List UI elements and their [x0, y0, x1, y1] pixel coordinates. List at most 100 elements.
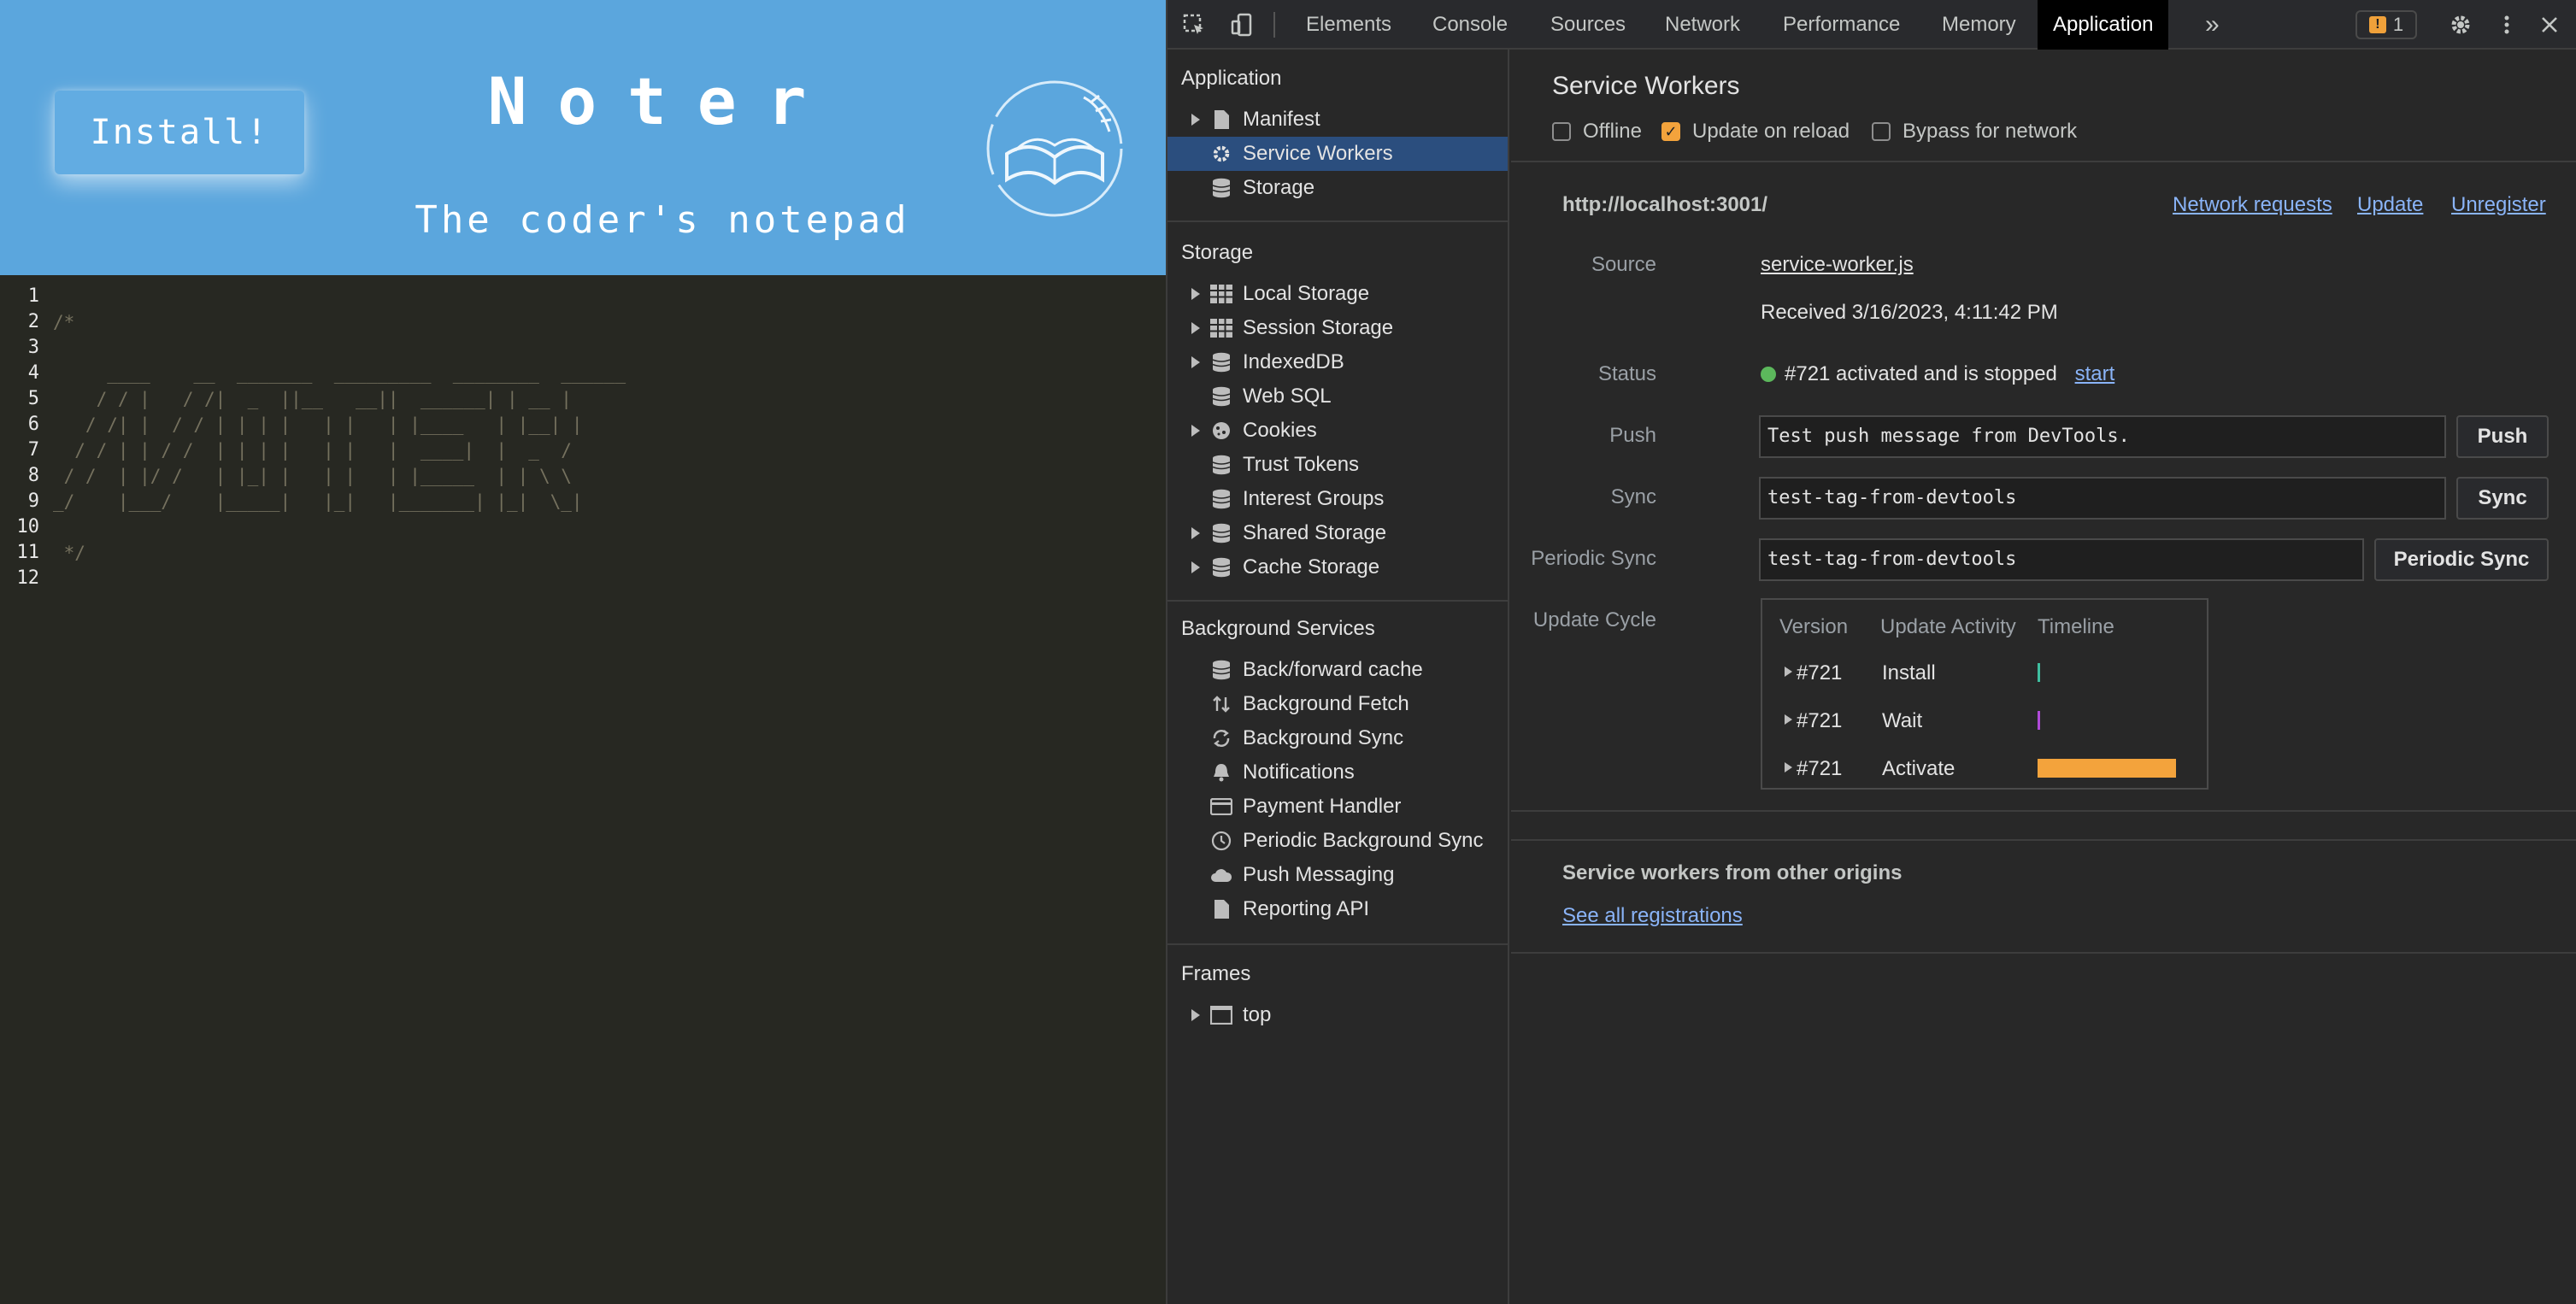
sidebar-item-label: Notifications	[1243, 761, 1355, 784]
expand-arrow-icon[interactable]	[1191, 288, 1200, 300]
swap-icon	[1210, 693, 1232, 715]
line-number: 9	[27, 490, 39, 512]
app-header: Install! Noter The coder's notepad	[0, 0, 1166, 275]
sidebar-item-label: Background Sync	[1243, 726, 1404, 749]
sidebar-item-cache-storage[interactable]: Cache Storage	[1167, 550, 1508, 584]
sidebar-item-cookies[interactable]: Cookies	[1167, 414, 1508, 448]
periodic-sync-tag-input[interactable]: test-tag-from-devtools	[1759, 538, 2364, 581]
expand-arrow-icon[interactable]	[1191, 322, 1200, 334]
sidebar-item-reporting-api[interactable]: Reporting API	[1167, 892, 1508, 926]
sidebar-item-top[interactable]: top	[1167, 998, 1508, 1032]
close-devtools-icon[interactable]	[2535, 10, 2564, 39]
tab-network[interactable]: Network	[1650, 0, 1756, 50]
sync-tag-input[interactable]: test-tag-from-devtools	[1759, 477, 2446, 520]
status-label: Status	[1597, 362, 1656, 385]
sidebar-heading-frames: Frames	[1181, 962, 1251, 985]
code-line: _/ |___/ |_____| |_| |_______| |_| \_|	[53, 491, 583, 512]
sidebar-item-background-sync[interactable]: Background Sync	[1167, 721, 1508, 755]
sidebar-item-label: Push Messaging	[1243, 863, 1395, 886]
sidebar-item-service-workers[interactable]: Service Workers	[1167, 137, 1508, 171]
sidebar-item-periodic-background-sync[interactable]: Periodic Background Sync	[1167, 824, 1508, 858]
sidebar-item-background-fetch[interactable]: Background Fetch	[1167, 687, 1508, 721]
code-line: /*	[53, 312, 75, 332]
update-link[interactable]: Update	[2357, 193, 2423, 217]
expand-arrow-icon[interactable]	[1191, 114, 1200, 126]
expand-arrow-icon[interactable]	[1191, 561, 1200, 573]
cycle-row[interactable]: #721 Activate	[1762, 752, 2207, 786]
cycle-header-version: Version	[1779, 615, 1849, 638]
install-button[interactable]: Install!	[55, 91, 304, 174]
file-icon	[1210, 109, 1232, 131]
sidebar-item-payment-handler[interactable]: Payment Handler	[1167, 790, 1508, 824]
code-editor[interactable]: 1 2 3 4 5 6 7 8 9 10 11 12 /* ____ __ _______ _____…	[0, 275, 1166, 1304]
cycle-row[interactable]: #721 Install	[1762, 656, 2207, 690]
cycle-activity: Activate	[1882, 757, 1956, 780]
sidebar-item-trust-tokens[interactable]: Trust Tokens	[1167, 448, 1508, 482]
sync-button[interactable]: Sync	[2456, 477, 2549, 520]
expand-arrow-icon[interactable]	[1785, 714, 1792, 725]
toolbar-divider	[1273, 12, 1275, 38]
sidebar-item-storage[interactable]: Storage	[1167, 171, 1508, 205]
sidebar-item-shared-storage[interactable]: Shared Storage	[1167, 516, 1508, 550]
expand-arrow-icon[interactable]	[1191, 1009, 1200, 1021]
device-toolbar-icon[interactable]	[1227, 10, 1256, 39]
cycle-activity: Install	[1882, 661, 1936, 684]
sidebar-item-manifest[interactable]: Manifest	[1167, 103, 1508, 137]
sidebar-item-back-forward-cache[interactable]: Back/forward cache	[1167, 653, 1508, 687]
tab-application[interactable]: Application	[2038, 0, 2169, 50]
status-indicator-icon	[1761, 367, 1776, 382]
sidebar-item-web-sql[interactable]: Web SQL	[1167, 379, 1508, 414]
inspect-element-icon[interactable]	[1179, 10, 1209, 39]
settings-gear-icon[interactable]	[2446, 10, 2475, 39]
sync-icon	[1210, 727, 1232, 749]
sidebar-item-session-storage[interactable]: Session Storage	[1167, 311, 1508, 345]
database-icon	[1210, 556, 1232, 579]
sidebar-item-local-storage[interactable]: Local Storage	[1167, 277, 1508, 311]
update-on-reload-checkbox[interactable]: ✓	[1661, 122, 1680, 141]
line-number: 11	[16, 542, 40, 563]
more-tabs-icon[interactable]: »	[2190, 0, 2235, 50]
update-on-reload-checkbox-row[interactable]: ✓ Update on reload	[1661, 120, 1850, 144]
cloud-icon	[1210, 864, 1232, 886]
code-line: / / | |/ / | |_| | | | | |_____ | | \ \	[53, 466, 572, 486]
unregister-link[interactable]: Unregister	[2451, 193, 2546, 217]
code-content[interactable]: /* ____ __ _______ _________ ________ __…	[53, 284, 626, 591]
database-icon	[1210, 385, 1232, 408]
network-requests-link[interactable]: Network requests	[2173, 193, 2332, 217]
sidebar-item-label: Cookies	[1243, 419, 1317, 442]
offline-checkbox-row[interactable]: Offline	[1552, 120, 1642, 144]
sidebar-item-notifications[interactable]: Notifications	[1167, 755, 1508, 790]
expand-arrow-icon[interactable]	[1191, 527, 1200, 539]
bypass-network-checkbox-row[interactable]: Bypass for network	[1872, 120, 2077, 144]
tab-memory[interactable]: Memory	[1926, 0, 2032, 50]
application-sidebar: Application Manifest Service Workers Stora…	[1167, 50, 1509, 1304]
app-title: Noter	[487, 63, 838, 139]
line-number: 5	[27, 388, 39, 409]
expand-arrow-icon[interactable]	[1785, 667, 1792, 677]
see-all-registrations-link[interactable]: See all registrations	[1562, 904, 1743, 928]
issues-badge[interactable]: ! 1	[2355, 10, 2417, 39]
tab-sources[interactable]: Sources	[1535, 0, 1641, 50]
sidebar-item-label: Manifest	[1243, 108, 1320, 131]
push-message-input[interactable]: Test push message from DevTools.	[1759, 415, 2446, 458]
section-divider	[1511, 952, 2576, 954]
source-file-link[interactable]: service-worker.js	[1761, 253, 1914, 277]
sidebar-item-indexeddb[interactable]: IndexedDB	[1167, 345, 1508, 379]
more-options-icon[interactable]	[2492, 10, 2521, 39]
tab-performance[interactable]: Performance	[1767, 0, 1915, 50]
clock-icon	[1210, 830, 1232, 852]
tab-console[interactable]: Console	[1417, 0, 1523, 50]
offline-checkbox[interactable]	[1552, 122, 1571, 141]
push-button[interactable]: Push	[2456, 415, 2549, 458]
bypass-for-network-checkbox[interactable]	[1872, 122, 1891, 141]
expand-arrow-icon[interactable]	[1785, 762, 1792, 772]
expand-arrow-icon[interactable]	[1191, 356, 1200, 368]
expand-arrow-icon[interactable]	[1191, 425, 1200, 437]
received-timestamp: Received 3/16/2023, 4:11:42 PM	[1761, 301, 2058, 324]
tab-elements[interactable]: Elements	[1291, 0, 1407, 50]
periodic-sync-button[interactable]: Periodic Sync	[2374, 538, 2549, 581]
cycle-row[interactable]: #721 Wait	[1762, 704, 2207, 738]
sidebar-item-interest-groups[interactable]: Interest Groups	[1167, 482, 1508, 516]
sidebar-item-push-messaging[interactable]: Push Messaging	[1167, 858, 1508, 892]
start-link[interactable]: start	[2075, 362, 2115, 385]
